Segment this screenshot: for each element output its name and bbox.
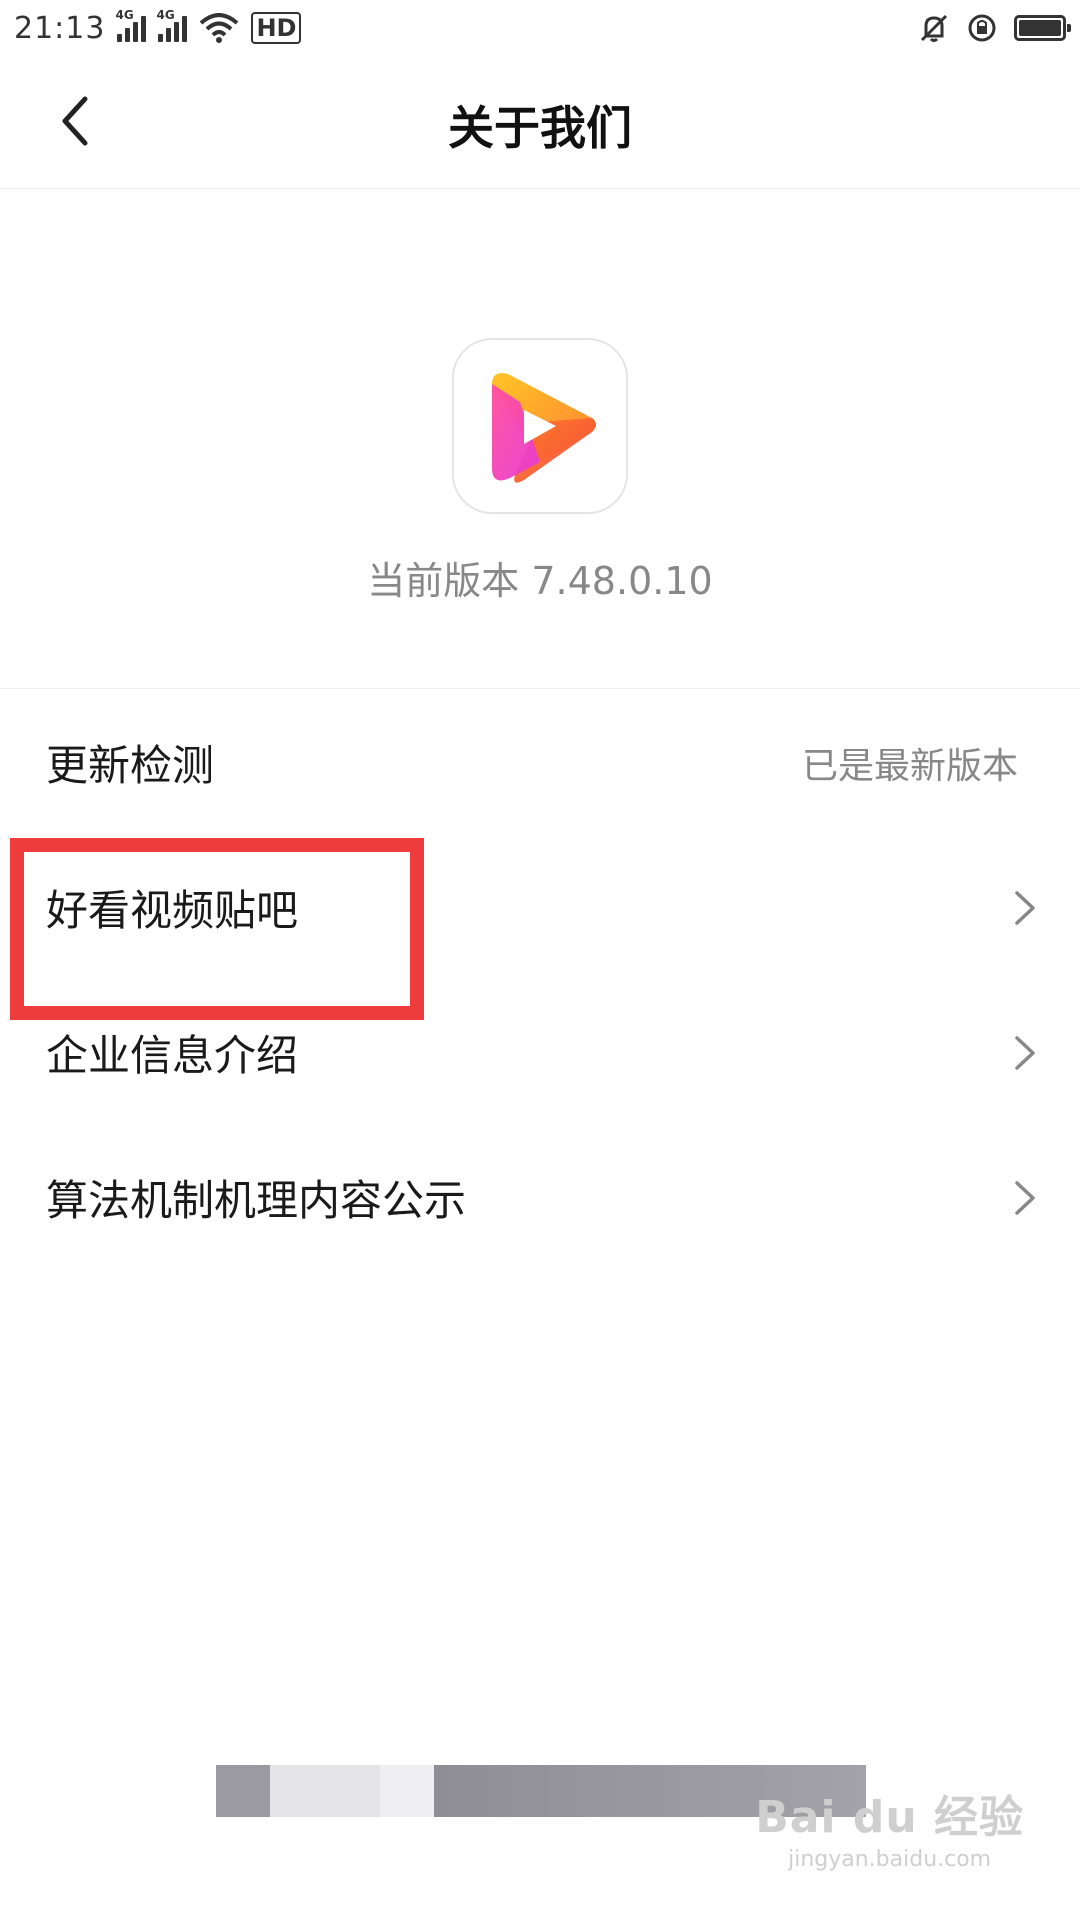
list-item-label: 算法机制机理内容公示: [46, 1176, 467, 1225]
chevron-right-icon: [1010, 1178, 1040, 1218]
page-title: 关于我们: [448, 101, 632, 155]
list-item-tieba[interactable]: 好看视频贴吧: [0, 835, 1080, 980]
list-item-company-info[interactable]: 企业信息介绍: [0, 980, 1080, 1125]
list-item-label: 企业信息介绍: [46, 1031, 299, 1080]
settings-list: 更新检测 已是最新版本 好看视频贴吧 企业信息介绍 算法机制机理内容公示: [0, 690, 1080, 1270]
app-info-section: 当前版本 7.48.0.10: [0, 188, 1080, 689]
app-icon: [452, 338, 628, 514]
version-text: 当前版本 7.48.0.10: [367, 559, 713, 603]
chevron-right-icon: [1010, 1033, 1040, 1073]
haokan-logo-icon: [492, 373, 596, 483]
list-item-label: 更新检测: [46, 741, 215, 790]
network-type-label: 4G: [156, 8, 175, 22]
watermark-sub: jingyan.baidu.com: [788, 1847, 992, 1872]
status-left: 21:13 4G 4G HD: [14, 8, 302, 46]
signal-icon: 4G: [156, 8, 188, 42]
mute-bell-icon: [920, 14, 948, 42]
wifi-icon: [200, 13, 239, 43]
battery-icon: [1014, 15, 1071, 41]
rotation-lock-icon: [968, 14, 996, 42]
list-item-label: 好看视频贴吧: [46, 886, 299, 935]
network-type-label: 4G: [115, 8, 134, 22]
hd-icon: HD: [251, 12, 302, 44]
watermark-main: Bai du 经验: [755, 1792, 1024, 1843]
list-item-update-check[interactable]: 更新检测 已是最新版本: [0, 690, 1080, 835]
list-item-algorithm-disclosure[interactable]: 算法机制机理内容公示: [0, 1125, 1080, 1270]
list-item-value: 已是最新版本: [801, 745, 1018, 787]
status-right: [918, 12, 1071, 44]
status-bar: 21:13 4G 4G HD: [0, 0, 1080, 56]
header: 关于我们: [0, 56, 1080, 189]
baidu-jingyan-watermark: Bai du 经验 jingyan.baidu.com: [755, 1781, 1024, 1872]
chevron-right-icon: [1010, 888, 1040, 928]
status-time: 21:13: [14, 10, 106, 46]
signal-icon: 4G: [115, 8, 147, 42]
